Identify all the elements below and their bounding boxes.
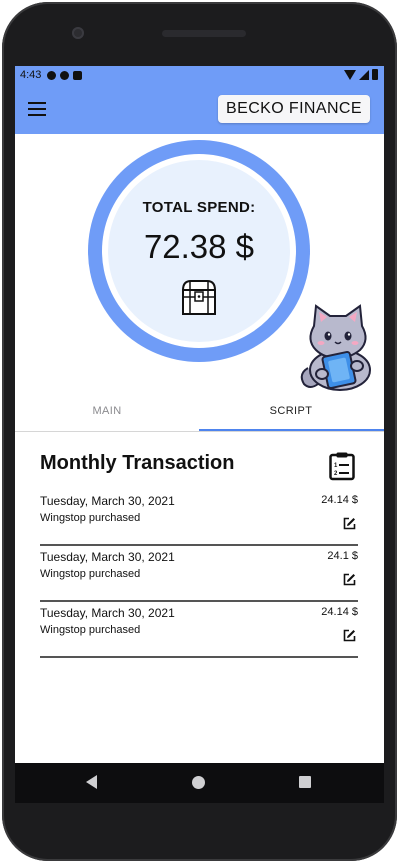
edit-icon[interactable] <box>343 517 356 530</box>
recent-apps-icon[interactable] <box>299 776 311 788</box>
status-icons <box>344 69 378 80</box>
wifi-icon <box>344 69 356 80</box>
sd-card-icon <box>73 70 83 80</box>
edit-icon[interactable] <box>343 629 356 642</box>
notification-icon <box>60 70 70 80</box>
earpiece-speaker <box>162 30 246 37</box>
tab-script[interactable]: SCRIPT <box>199 396 383 432</box>
cat-mascot <box>300 304 371 391</box>
status-time: 4:43 <box>20 69 42 81</box>
app-screen: 4:43 BECKO FINANCE TOTAL SPEND: 72.38 $ <box>15 66 384 763</box>
front-camera <box>72 27 84 39</box>
transaction-description: Wingstop purchased <box>40 568 141 580</box>
transaction-description: Wingstop purchased <box>40 512 141 524</box>
back-icon[interactable] <box>86 775 97 789</box>
transaction-row[interactable]: Tuesday, March 30, 2021 Wingstop purchas… <box>40 546 358 602</box>
transaction-date: Tuesday, March 30, 2021 <box>40 550 175 564</box>
menu-icon[interactable] <box>28 102 46 116</box>
total-spend-value: 72.38 $ <box>143 228 255 265</box>
tab-main[interactable]: MAIN <box>15 396 199 432</box>
brand-button[interactable]: BECKO FINANCE <box>218 95 370 123</box>
tab-bar: MAIN SCRIPT <box>15 396 384 432</box>
transaction-row[interactable]: Tuesday, March 30, 2021 Wingstop purchas… <box>40 602 358 658</box>
home-icon[interactable] <box>192 776 205 789</box>
transaction-list: Tuesday, March 30, 2021 Wingstop purchas… <box>40 490 358 658</box>
transaction-amount: 24.14 $ <box>321 494 358 506</box>
tab-divider <box>15 431 384 432</box>
total-spend-ring: TOTAL SPEND: 72.38 $ <box>88 140 310 362</box>
transaction-amount: 24.14 $ <box>321 606 358 618</box>
app-bar: BECKO FINANCE <box>15 84 384 134</box>
clipboard-list-icon[interactable]: 1 2 <box>328 451 356 481</box>
treasure-chest-icon <box>181 280 217 315</box>
edit-icon[interactable] <box>343 573 356 586</box>
signal-icon <box>359 69 369 80</box>
notification-icon <box>47 70 57 80</box>
transaction-description: Wingstop purchased <box>40 624 141 636</box>
transaction-row[interactable]: Tuesday, March 30, 2021 Wingstop purchas… <box>40 490 358 546</box>
transaction-amount: 24.1 $ <box>327 550 358 562</box>
section-title: Monthly Transaction <box>40 452 235 474</box>
system-nav-bar <box>15 763 384 803</box>
battery-icon <box>372 69 378 80</box>
row-divider <box>40 656 358 658</box>
total-spend-label: TOTAL SPEND: <box>142 199 256 216</box>
transaction-date: Tuesday, March 30, 2021 <box>40 494 175 508</box>
transaction-date: Tuesday, March 30, 2021 <box>40 606 175 620</box>
status-bar: 4:43 <box>15 66 384 84</box>
